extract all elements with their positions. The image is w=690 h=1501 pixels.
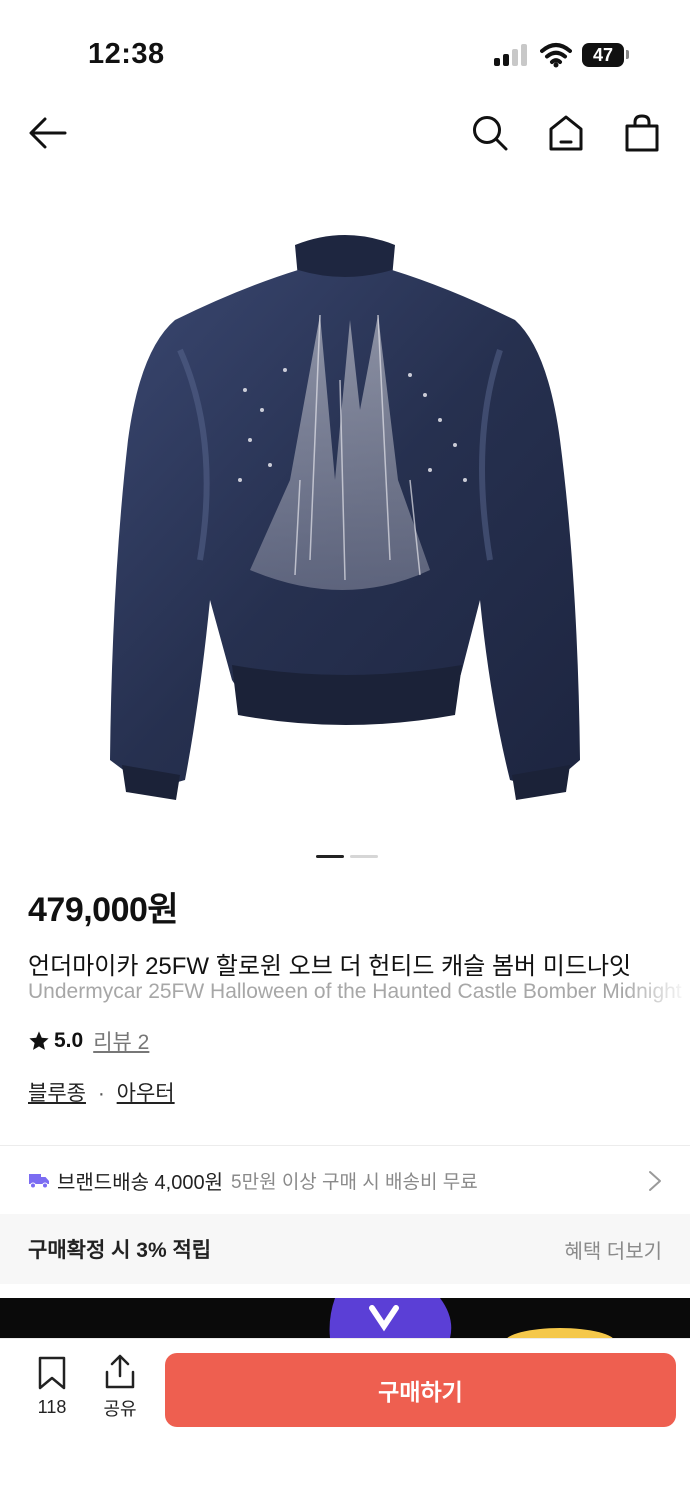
product-price: 479,000원 — [28, 891, 179, 929]
bookmark-icon — [38, 1356, 66, 1390]
wifi-icon — [540, 43, 572, 68]
rating-row: 5.0 리뷰 2 — [28, 1026, 149, 1056]
home-button[interactable] — [544, 111, 588, 155]
benefit-label: 구매확정 시 3% 적립 — [28, 1239, 212, 1262]
search-icon — [473, 116, 508, 151]
carousel-dot-active — [316, 855, 344, 858]
product-title-english: Undermycar 25FW Halloween of the Haunted… — [28, 980, 682, 1003]
benefit-row: 구매확정 시 3% 적립 혜택 더보기 — [0, 1214, 690, 1284]
review-link[interactable]: 리뷰 2 — [93, 1026, 149, 1056]
product-image[interactable] — [0, 180, 690, 830]
shipping-info-row[interactable]: 브랜드배송 4,000원 5만원 이상 구매 시 배송비 무료 — [0, 1146, 690, 1214]
home-icon — [549, 115, 583, 151]
cart-button[interactable] — [620, 111, 664, 155]
category-breadcrumb: 블루종 · 아우터 — [28, 1077, 175, 1107]
category-separator: · — [97, 1082, 105, 1105]
share-button[interactable]: 공유 — [90, 1354, 150, 1421]
carousel-dot — [350, 855, 379, 858]
share-icon — [105, 1354, 135, 1389]
back-button[interactable] — [26, 111, 70, 155]
banner-graphic — [329, 1298, 613, 1338]
category-outer-link[interactable]: 아우터 — [117, 1082, 175, 1105]
benefit-more-link[interactable]: 혜택 더보기 — [564, 1235, 662, 1264]
cellular-signal-icon — [494, 44, 528, 66]
shipping-label: 브랜드배송 4,000원 — [57, 1171, 224, 1194]
promo-banner[interactable] — [0, 1298, 690, 1338]
star-icon — [29, 1031, 49, 1050]
truck-icon — [29, 1174, 49, 1189]
shipping-note: 5만원 이상 구매 시 배송비 무료 — [231, 1171, 478, 1193]
battery-indicator: 47 — [582, 43, 624, 67]
carousel-indicator — [316, 845, 379, 863]
bookmark-count: 118 — [37, 1397, 67, 1417]
search-button[interactable] — [468, 111, 512, 155]
arrow-left-icon — [29, 117, 67, 149]
battery-tip — [626, 50, 629, 59]
shopping-bag-icon — [625, 114, 659, 152]
product-title-korean: 언더마이카 25FW 할로윈 오브 더 헌티드 캐슬 봄버 미드나잇 — [28, 953, 632, 980]
status-time: 12:38 — [88, 38, 165, 70]
buy-button[interactable]: 구매하기 — [165, 1353, 676, 1427]
category-blouson-link[interactable]: 블루종 — [28, 1082, 86, 1105]
chevron-right-icon — [649, 1171, 661, 1191]
share-label: 공유 — [103, 1399, 137, 1419]
rating-value: 5.0 — [54, 1029, 84, 1052]
bookmark-button[interactable]: 118 — [22, 1356, 82, 1418]
